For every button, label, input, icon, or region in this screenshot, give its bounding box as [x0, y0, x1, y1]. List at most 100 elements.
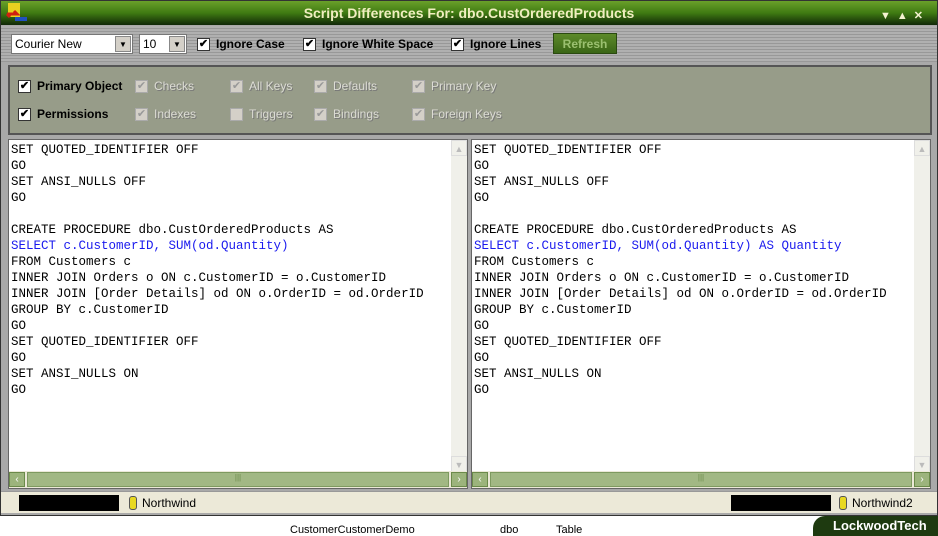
left-database: Northwind	[129, 494, 196, 512]
bindings-label: Bindings	[333, 107, 380, 121]
scroll-down-icon[interactable]: ▼	[914, 456, 930, 472]
background-row-name: CustomerCustomerDemo	[290, 524, 415, 536]
code-line: GO	[11, 159, 27, 173]
left-code[interactable]: SET QUOTED_IDENTIFIER OFF GO SET ANSI_NULL…	[11, 142, 451, 398]
close-icon[interactable]: ✕	[914, 10, 929, 22]
options-panel: ✔ Primary Object ✔ Permissions ✔ Checks ✔ In…	[8, 65, 932, 135]
code-line: SET QUOTED_IDENTIFIER OFF	[11, 143, 199, 157]
code-line: SET QUOTED_IDENTIFIER OFF	[474, 335, 662, 349]
app-icon	[5, 3, 27, 21]
code-line: FROM Customers c	[11, 255, 132, 269]
scroll-down-icon[interactable]: ▼	[451, 456, 467, 472]
bindings-checkbox[interactable]: ✔ Bindings	[314, 107, 379, 121]
code-line: INNER JOIN Orders o ON c.CustomerID = o.…	[11, 271, 387, 285]
code-line: SET ANSI_NULLS OFF	[474, 175, 610, 189]
all-keys-label: All Keys	[249, 79, 293, 93]
indexes-label: Indexes	[154, 107, 197, 121]
horizontal-scrollbar[interactable]: ‹ ||| ›	[9, 471, 467, 488]
check-icon[interactable]: ✔	[451, 37, 464, 51]
triggers-checkbox[interactable]: Triggers	[230, 107, 293, 121]
indexes-checkbox[interactable]: ✔ Indexes	[135, 107, 196, 121]
scroll-right-icon[interactable]: ›	[451, 472, 467, 487]
left-server-field	[19, 495, 119, 511]
checks-checkbox[interactable]: ✔ Checks	[135, 79, 194, 93]
scroll-thumb[interactable]: |||	[27, 472, 449, 487]
code-line: GO	[474, 351, 490, 365]
size-select[interactable]: 10 ▼	[139, 34, 187, 54]
right-database: Northwind2	[839, 494, 913, 512]
ignore-case-label: Ignore Case	[216, 37, 285, 51]
scroll-right-icon[interactable]: ›	[914, 472, 930, 487]
refresh-button[interactable]: Refresh	[553, 33, 617, 54]
minimize-icon[interactable]: ▼	[880, 10, 897, 22]
left-script-editor[interactable]: SET QUOTED_IDENTIFIER OFF GO SET ANSI_NULL…	[8, 139, 468, 489]
primary-object-checkbox[interactable]: ✔ Primary Object	[18, 79, 122, 93]
background-owner: dbo	[500, 524, 519, 536]
check-icon[interactable]: ✔	[303, 37, 316, 51]
right-code[interactable]: SET QUOTED_IDENTIFIER OFF GO SET ANSI_NULL…	[474, 142, 914, 398]
primary-key-checkbox[interactable]: ✔ Primary Key	[412, 79, 496, 93]
code-line: GO	[474, 319, 490, 333]
triggers-label: Triggers	[249, 107, 293, 121]
ignore-whitespace-label: Ignore White Space	[322, 37, 434, 51]
status-bar: Northwind Northwind2	[1, 491, 937, 513]
vertical-scrollbar[interactable]: ▲ ▼	[914, 140, 930, 472]
code-line: GO	[11, 383, 27, 397]
maximize-icon[interactable]: ▲	[897, 10, 914, 22]
code-line: INNER JOIN Orders o ON c.CustomerID = o.…	[474, 271, 850, 285]
primary-object-label: Primary Object	[37, 79, 123, 93]
defaults-label: Defaults	[333, 79, 378, 93]
database-icon	[129, 496, 137, 510]
ignore-lines-checkbox[interactable]: ✔ Ignore Lines	[451, 37, 541, 51]
toolbar: Courier New ▼ 10 ▼ ✔ Ignore Case ✔ Ignore Wh…	[1, 26, 937, 62]
ignore-case-checkbox[interactable]: ✔ Ignore Case	[197, 37, 285, 51]
code-line: CREATE PROCEDURE dbo.CustOrderedProducts…	[11, 223, 334, 237]
code-line: FROM Customers c	[474, 255, 595, 269]
checks-label: Checks	[154, 79, 195, 93]
code-line: SET ANSI_NULLS ON	[474, 367, 602, 381]
code-line: SET ANSI_NULLS OFF	[11, 175, 147, 189]
code-line: SELECT c.CustomerID, SUM(od.Quantity) AS…	[474, 239, 842, 253]
foreign-keys-label: Foreign Keys	[431, 107, 502, 121]
all-keys-checkbox[interactable]: ✔ All Keys	[230, 79, 292, 93]
code-line: SET QUOTED_IDENTIFIER OFF	[11, 335, 199, 349]
ignore-lines-label: Ignore Lines	[470, 37, 542, 51]
right-db-label: Northwind2	[852, 496, 913, 510]
code-line: SELECT c.CustomerID, SUM(od.Quantity)	[11, 239, 289, 253]
ignore-whitespace-checkbox[interactable]: ✔ Ignore White Space	[303, 37, 433, 51]
size-value: 10	[143, 37, 157, 51]
check-icon[interactable]: ✔	[197, 37, 210, 51]
code-line: GO	[11, 351, 27, 365]
permissions-label: Permissions	[37, 107, 109, 121]
left-db-label: Northwind	[142, 496, 197, 510]
script-diff-window: Script Differences For: dbo.CustOrderedP…	[0, 0, 938, 516]
chevron-down-icon[interactable]: ▼	[115, 36, 131, 52]
code-line: INNER JOIN [Order Details] od ON o.Order…	[474, 287, 887, 301]
code-line: SET QUOTED_IDENTIFIER OFF	[474, 143, 662, 157]
scroll-left-icon[interactable]: ‹	[9, 472, 25, 487]
code-line: SET ANSI_NULLS ON	[11, 367, 139, 381]
scroll-left-icon[interactable]: ‹	[472, 472, 488, 487]
code-line: INNER JOIN [Order Details] od ON o.Order…	[11, 287, 424, 301]
lockwoodtech-logo: LockwoodTech	[813, 516, 938, 536]
title-bar[interactable]: Script Differences For: dbo.CustOrderedP…	[1, 1, 937, 25]
foreign-keys-checkbox[interactable]: ✔ Foreign Keys	[412, 107, 502, 121]
right-script-editor[interactable]: SET QUOTED_IDENTIFIER OFF GO SET ANSI_NULL…	[471, 139, 931, 489]
scroll-up-icon[interactable]: ▲	[914, 140, 930, 156]
background-window: CustomerCustomerDemo dbo Table	[0, 516, 938, 536]
code-line: GROUP BY c.CustomerID	[474, 303, 632, 317]
code-line: GO	[474, 383, 490, 397]
font-select[interactable]: Courier New ▼	[11, 34, 133, 54]
horizontal-scrollbar[interactable]: ‹ ||| ›	[472, 471, 930, 488]
primary-key-label: Primary Key	[431, 79, 497, 93]
scroll-thumb[interactable]: |||	[490, 472, 912, 487]
vertical-scrollbar[interactable]: ▲ ▼	[451, 140, 467, 472]
background-type: Table	[556, 524, 583, 536]
chevron-down-icon[interactable]: ▼	[169, 36, 185, 52]
defaults-checkbox[interactable]: ✔ Defaults	[314, 79, 377, 93]
code-line: GO	[11, 319, 27, 333]
database-icon	[839, 496, 847, 510]
scroll-up-icon[interactable]: ▲	[451, 140, 467, 156]
permissions-checkbox[interactable]: ✔ Permissions	[18, 107, 108, 121]
